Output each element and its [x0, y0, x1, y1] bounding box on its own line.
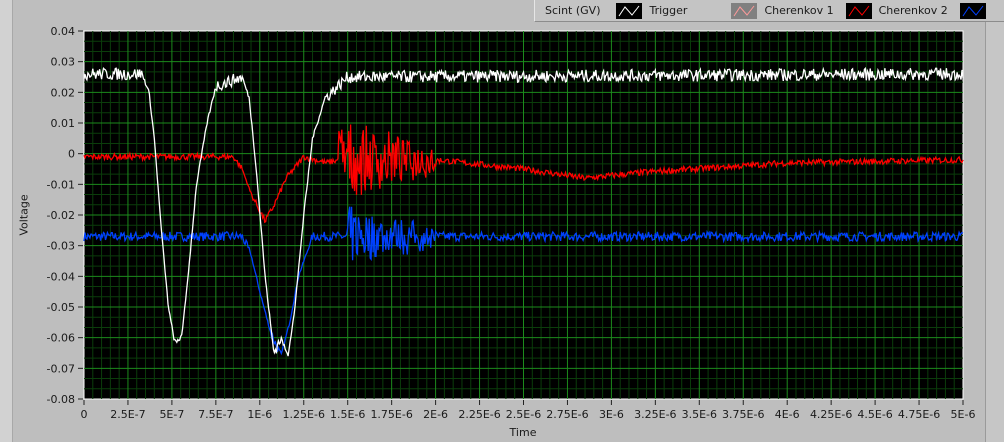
x-tick-label: 4.5E-6: [857, 408, 892, 421]
x-tick-label: 2.25E-6: [458, 408, 500, 421]
y-tick-label: 0.01: [51, 117, 76, 130]
waveform-graph[interactable]: 0 2.5E-7 5E-7 7.5E-7 1E-6 1.25E-6 1.5E-6 1.75E-…: [0, 0, 1004, 442]
x-axis: 0 2.5E-7 5E-7 7.5E-7 1E-6 1.25E-6 1.5E-6 1.75E-…: [81, 400, 976, 421]
x-tick-label: 4E-6: [775, 408, 800, 421]
y-tick-label: -0.04: [47, 270, 75, 283]
x-tick-label: 5E-6: [951, 408, 976, 421]
x-tick-label: 4.75E-6: [898, 408, 940, 421]
x-tick-label: 7.5E-7: [198, 408, 233, 421]
x-tick-label: 2.5E-6: [506, 408, 541, 421]
y-tick-label: -0.08: [47, 393, 75, 406]
y-tick-label: 0: [68, 148, 75, 161]
x-tick-label: 2E-6: [423, 408, 448, 421]
x-tick-label: 5E-7: [159, 408, 184, 421]
x-tick-label: 4.25E-6: [810, 408, 852, 421]
y-tick-label: 0.03: [51, 56, 76, 69]
y-tick-label: -0.05: [47, 301, 75, 314]
x-tick-label: 2.75E-6: [546, 408, 588, 421]
y-tick-label: 0.02: [51, 86, 76, 99]
y-axis: 0.04 0.03 0.02 0.01 0 -0.01 -0.02 -0.03 -0.04 -0.…: [47, 25, 83, 406]
y-tick-label: -0.03: [47, 240, 75, 253]
x-tick-label: 1E-6: [247, 408, 272, 421]
x-tick-label: 3.5E-6: [682, 408, 717, 421]
x-tick-label: 1.5E-6: [330, 408, 365, 421]
y-tick-label: 0.04: [51, 25, 76, 38]
x-tick-label: 0: [81, 408, 88, 421]
x-tick-label: 3.75E-6: [722, 408, 764, 421]
y-axis-label: Voltage: [17, 194, 31, 236]
x-tick-label: 1.75E-6: [370, 408, 412, 421]
y-tick-label: -0.06: [47, 332, 75, 345]
y-tick-label: -0.01: [47, 178, 75, 191]
x-tick-label: 3E-6: [599, 408, 624, 421]
x-tick-label: 3.25E-6: [634, 408, 676, 421]
x-tick-label: 1.25E-6: [283, 408, 325, 421]
y-tick-label: -0.07: [47, 362, 75, 375]
grid: [84, 31, 963, 399]
x-tick-label: 2.5E-7: [110, 408, 145, 421]
y-tick-label: -0.02: [47, 209, 75, 222]
x-axis-label: Time: [509, 426, 537, 439]
